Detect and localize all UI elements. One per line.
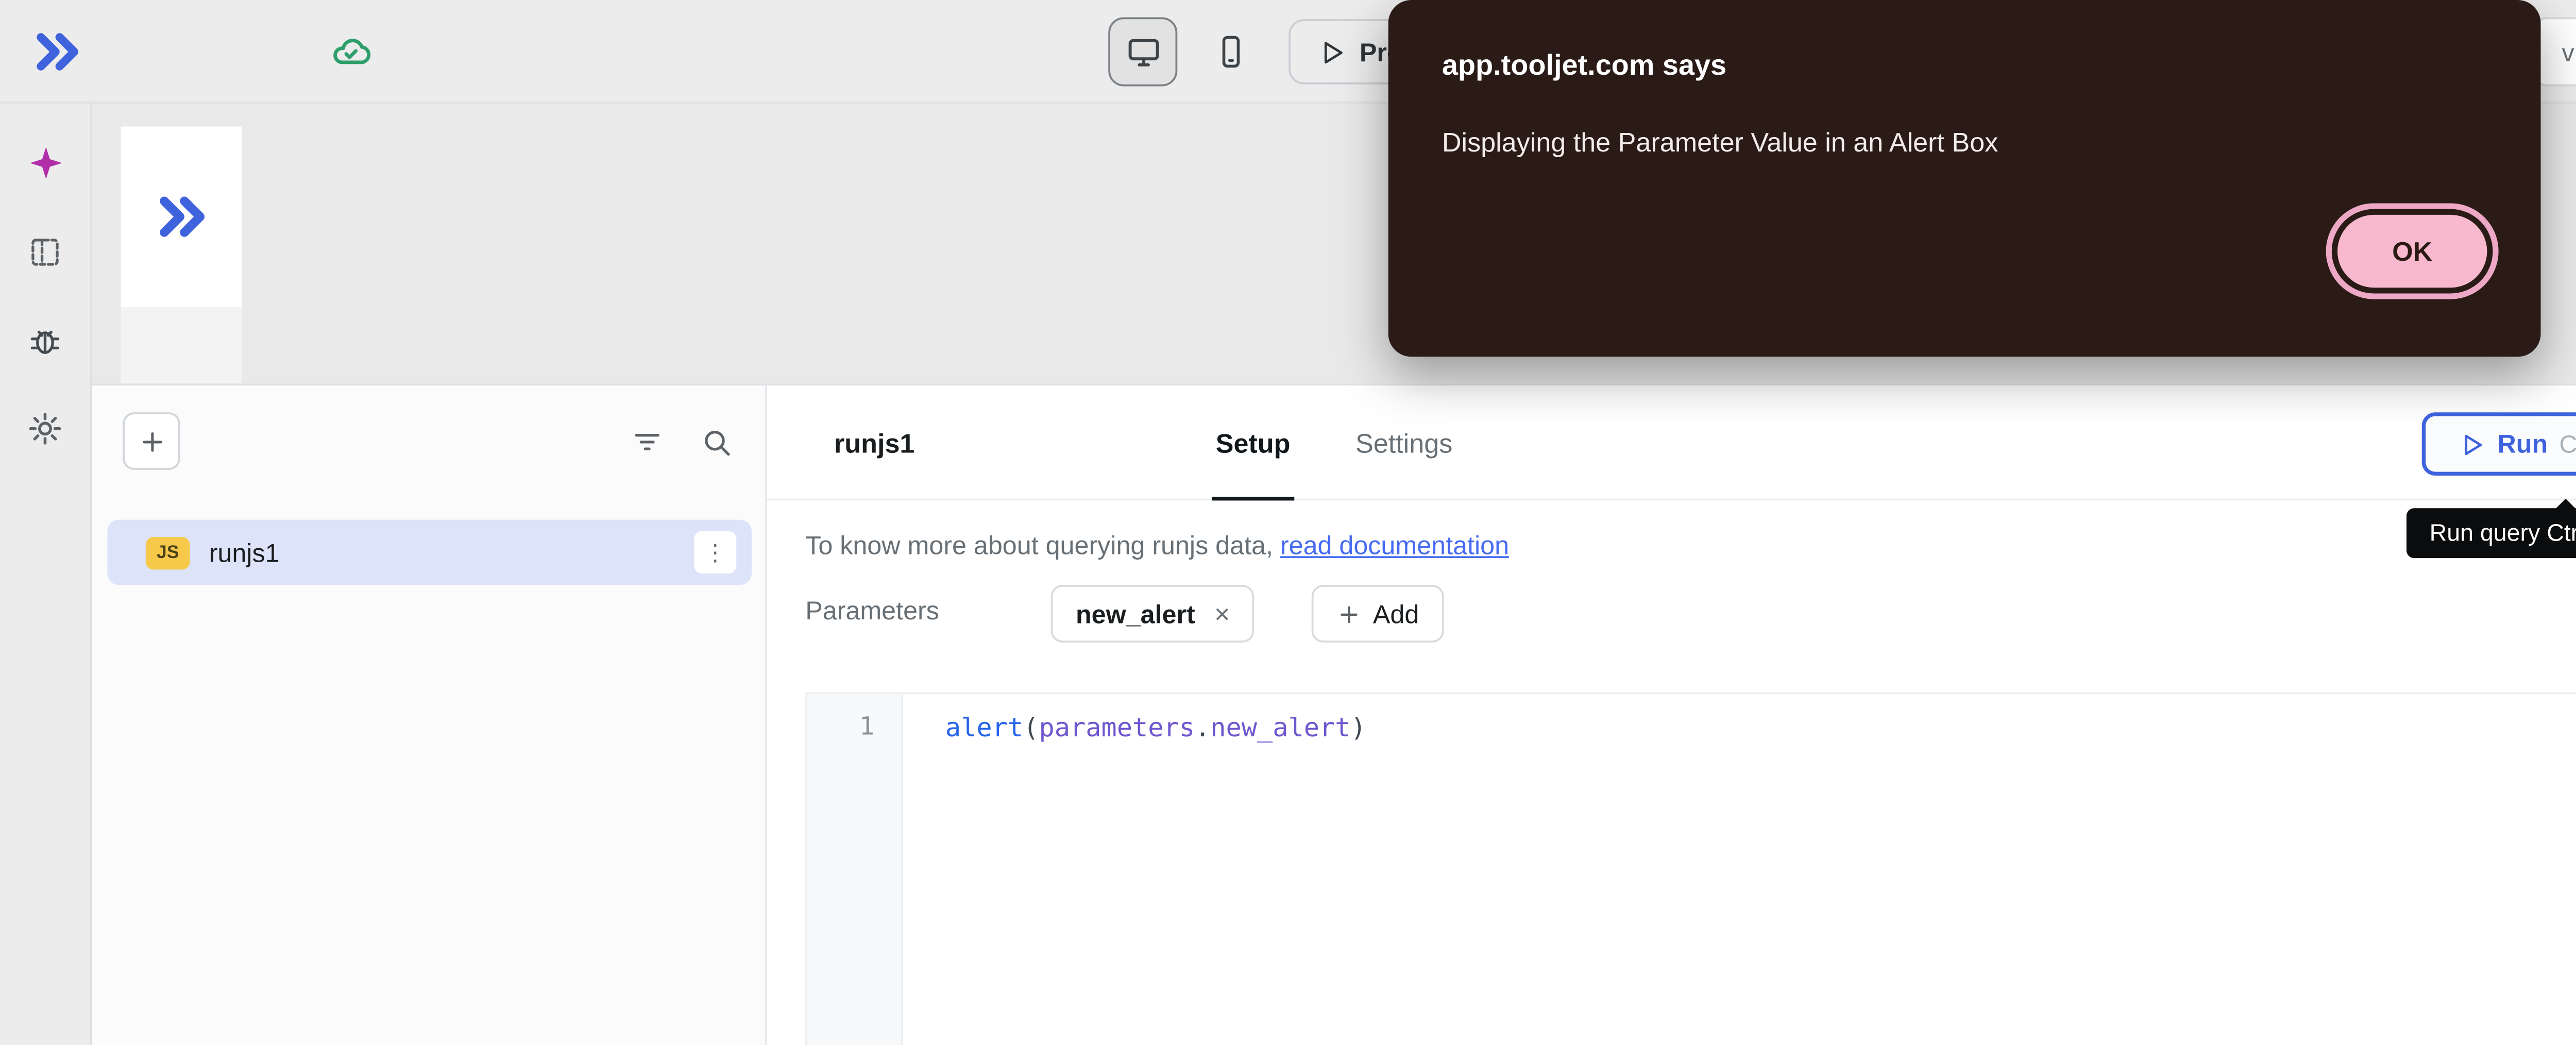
remove-parameter-icon[interactable]: × [1214,598,1230,629]
add-parameter-label: Add [1373,599,1419,628]
tooljet-logo-icon[interactable] [31,27,84,77]
code-editor[interactable]: 1 alert(parameters.new_alert) [805,693,2576,1045]
run-label: Run [2497,430,2548,459]
code-token: ) [1351,714,1366,745]
line-number: 1 [807,714,874,743]
device-toggle [1108,17,1265,86]
tooltip-arrow [2554,499,2576,510]
ai-sparkle-icon[interactable] [27,144,65,182]
query-editor-header: runjs1 Setup Settings Run Ctrl+Enter Pre… [767,385,2576,500]
mobile-view-button[interactable] [1196,17,1265,86]
plus-icon [1336,601,1361,626]
desktop-view-button[interactable] [1108,17,1177,86]
version-label: v1 [2537,19,2576,85]
parameter-chip-label: new_alert [1076,599,1195,628]
ok-button[interactable]: OK [2337,215,2487,288]
code-token: new_alert [1210,714,1350,745]
kebab-menu-icon[interactable]: ⋮ [694,531,736,574]
left-sidebar [0,104,92,1045]
play-icon [1317,38,1346,66]
query-editor-pane: runjs1 Setup Settings Run Ctrl+Enter Pre… [767,385,2576,1045]
query-name: runjs1 [834,385,914,500]
tab-settings[interactable]: Settings [1332,385,1476,500]
run-shortcut: Ctrl+Enter [2560,430,2576,459]
query-list-pane: JS runjs1 ⋮ [92,385,767,1045]
doc-hint: To know more about querying runjs data, … [805,531,1509,560]
query-item-name: runjs1 [209,538,280,567]
code-line[interactable]: alert(parameters.new_alert) [903,694,2576,1045]
add-query-button[interactable] [123,412,180,470]
cloud-sync-icon[interactable] [330,31,372,73]
query-list-item-runjs1[interactable]: JS runjs1 ⋮ [107,520,752,585]
code-token: alert [945,714,1023,745]
alert-message: Displaying the Parameter Value in an Ale… [1442,127,1998,158]
browser-alert-dialog: app.tooljet.com says Displaying the Para… [1388,0,2541,357]
run-tooltip: Run query Ctrl+Enter [2406,508,2576,558]
tooltip-text: Run query Ctrl+Enter [2430,520,2576,547]
logo-widget[interactable] [121,127,241,307]
doc-hint-text: To know more about querying runjs data, [805,531,1280,560]
filter-icon[interactable] [631,426,664,458]
code-token: . [1195,714,1210,745]
line-number-gutter: 1 [807,694,903,1045]
settings-gear-icon[interactable] [27,410,65,448]
tooljet-logo-icon [152,190,210,243]
add-parameter-button[interactable]: Add [1312,585,1444,643]
app-window: Preview v1 Development [0,0,2576,1045]
code-token: parameters [1039,714,1195,745]
debugger-bug-icon[interactable] [27,322,65,360]
read-documentation-link[interactable]: read documentation [1280,531,1509,560]
js-badge: JS [146,536,190,568]
code-token: ( [1023,714,1039,745]
pages-icon[interactable] [27,234,65,272]
tab-setup[interactable]: Setup [1193,385,1313,500]
run-query-button[interactable]: Run Ctrl+Enter [2424,414,2576,474]
parameters-label: Parameters [805,597,939,626]
search-icon[interactable] [700,426,732,458]
canvas-widget[interactable] [121,307,241,384]
plus-icon [137,427,166,456]
alert-title: app.tooljet.com says [1442,50,1726,82]
play-icon [2459,431,2486,458]
parameter-chip-new-alert[interactable]: new_alert × [1051,585,1255,643]
query-panel: JS runjs1 ⋮ runjs1 Setup Settings Run Ct… [92,383,2576,1045]
query-tabs: Setup Settings [1193,385,1476,500]
version-environment-selector[interactable]: v1 Development [2535,17,2576,86]
